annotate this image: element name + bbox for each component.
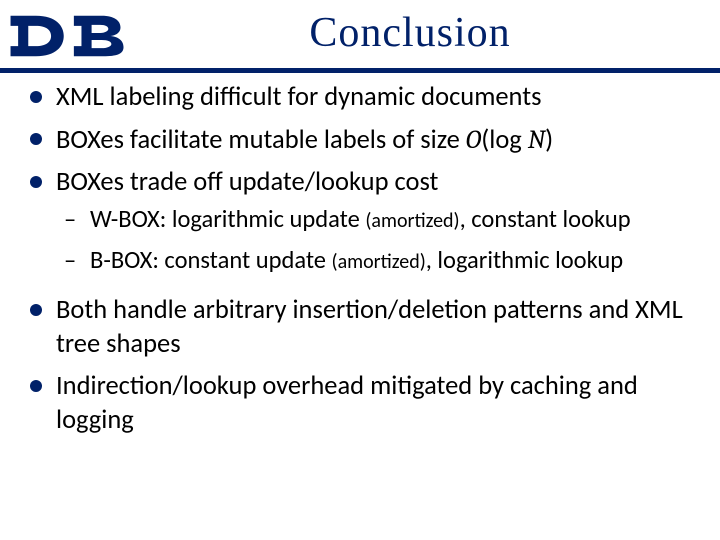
- bullet-text: W-BOX: logarithmic update: [90, 204, 365, 234]
- slide-body: XML labeling difficult for dynamic docum…: [0, 73, 720, 446]
- bullet-text: Indirection/lookup overhead mitigated by…: [56, 370, 638, 436]
- sub-bullet-list: W-BOX: logarithmic update (amortized), c…: [56, 204, 696, 287]
- math-italic: O: [466, 124, 481, 155]
- slide: Conclusion XML labeling difficult for dy…: [0, 0, 720, 540]
- duke-logo: [8, 10, 160, 62]
- bullet-text: Both handle arbitrary insertion/deletion…: [56, 294, 683, 360]
- bullet-text: B-BOX: constant update: [90, 245, 332, 275]
- bullet-text-small: (amortized): [365, 209, 459, 233]
- bullet-text: ): [545, 124, 553, 156]
- bullet-item: XML labeling difficult for dynamic docum…: [28, 81, 696, 123]
- bullet-text: , constant lookup: [460, 204, 631, 234]
- bullet-text: BOXes trade off update/lookup cost: [56, 166, 438, 198]
- bullet-list: XML labeling difficult for dynamic docum…: [28, 81, 696, 446]
- bullet-text: XML labeling difficult for dynamic docum…: [56, 81, 541, 113]
- bullet-item: BOXes facilitate mutable labels of size …: [28, 123, 696, 166]
- bullet-item: Both handle arbitrary insertion/deletion…: [28, 294, 696, 370]
- sub-bullet-item: B-BOX: constant update (amortized), loga…: [56, 245, 696, 286]
- sub-bullet-item: W-BOX: logarithmic update (amortized), c…: [56, 204, 696, 245]
- bullet-text: , logarithmic lookup: [426, 245, 623, 275]
- slide-header: Conclusion: [0, 0, 720, 66]
- duke-logo-icon: [8, 10, 160, 62]
- bullet-item: BOXes trade off update/lookup cost W-BOX…: [28, 166, 696, 295]
- math-italic: N: [528, 124, 545, 155]
- bullet-text: BOXes facilitate mutable labels of size: [56, 124, 466, 156]
- bullet-text-small: (amortized): [332, 250, 426, 274]
- slide-title: Conclusion: [160, 9, 720, 57]
- bullet-text: (log: [481, 124, 528, 156]
- bullet-item: Indirection/lookup overhead mitigated by…: [28, 370, 696, 446]
